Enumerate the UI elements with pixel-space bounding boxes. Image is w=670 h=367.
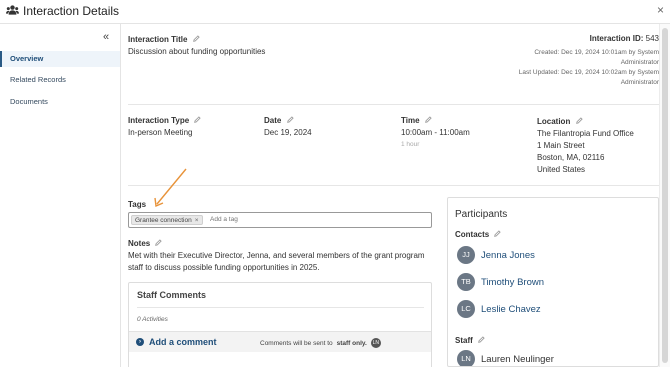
contacts-header: Contacts <box>455 230 502 239</box>
scrollbar-thumb[interactable] <box>662 28 668 363</box>
updated-line: Last Updated: Dec 19, 2024 10:02am by Sy… <box>518 69 659 76</box>
sidebar-item-related-records[interactable]: Related Records <box>0 72 120 88</box>
staff-header: Staff <box>455 336 485 345</box>
interaction-type-value: In-person Meeting <box>128 128 193 138</box>
visibility-prefix: Comments will be sent to <box>260 339 333 347</box>
date-value: Dec 19, 2024 <box>264 128 312 138</box>
created-line: Created: Dec 19, 2024 10:01am by System <box>534 49 659 56</box>
sidebar-item-overview[interactable]: Overview <box>0 51 120 67</box>
participants-card: Participants Contacts JJ Jenna Jones TB … <box>447 197 659 367</box>
tags-input[interactable]: Grantee connection × <box>128 212 432 228</box>
contact-jenna-jones[interactable]: JJ Jenna Jones <box>457 246 535 264</box>
edit-title-pencil-icon[interactable] <box>192 35 200 44</box>
sidebar-item-documents[interactable]: Documents <box>0 94 120 110</box>
interaction-title-value: Discussion about funding opportunities <box>128 47 266 57</box>
contact-name: Jenna Jones <box>481 249 535 261</box>
location-line-1: The Filantropia Fund Office <box>537 129 634 139</box>
interaction-id: Interaction ID: 543 <box>459 34 659 43</box>
contact-leslie-chavez[interactable]: LC Leslie Chavez <box>457 300 541 318</box>
location-section: Location The Filantropia Fund Office 1 M… <box>537 116 634 176</box>
edit-staff-pencil-icon[interactable] <box>478 336 485 345</box>
interaction-type-section: Interaction Type In-person Meeting <box>128 116 202 138</box>
user-badge: LN <box>370 338 381 348</box>
staff-comments-card: Staff Comments 0 Activities › Add a comm… <box>128 282 432 367</box>
date-label: Date <box>264 116 282 125</box>
interaction-meta: Interaction ID: 543 Created: Dec 19, 202… <box>459 34 659 88</box>
add-tag-input[interactable] <box>210 216 330 223</box>
interaction-type-label: Interaction Type <box>128 116 190 125</box>
modal-title: Interaction Details <box>23 4 120 18</box>
contact-name: Leslie Chavez <box>481 303 541 315</box>
created-by: Administrator <box>620 59 659 66</box>
collapse-sidebar-icon[interactable]: « <box>103 31 109 43</box>
tag-chip-label: Grantee connection <box>135 217 192 224</box>
participants-title: Participants <box>455 209 508 220</box>
location-line-4: United States <box>537 165 586 175</box>
staff-comments-title: Staff Comments <box>137 290 207 300</box>
notes-text: Met with their Executive Director, Jenna… <box>128 251 425 272</box>
avatar: JJ <box>457 246 475 264</box>
chevron-right-circle-icon: › <box>136 338 144 346</box>
notes-header: Notes <box>128 239 163 248</box>
add-comment-button[interactable]: › Add a comment <box>136 337 217 347</box>
edit-date-pencil-icon[interactable] <box>286 116 294 125</box>
remove-tag-icon[interactable]: × <box>195 216 199 224</box>
contacts-label: Contacts <box>455 230 490 239</box>
avatar: LC <box>457 300 475 318</box>
date-section: Date Dec 19, 2024 <box>264 116 312 137</box>
interaction-id-value: 543 <box>645 34 659 43</box>
comments-divider <box>137 307 424 308</box>
modal-header: Interaction Details × <box>0 0 670 24</box>
tag-chip: Grantee connection × <box>131 215 203 225</box>
comment-visibility-note: Comments will be sent to staff only. LN <box>260 338 381 348</box>
location-line-3: Boston, MA, 02116 <box>537 153 605 163</box>
location-line-2: 1 Main Street <box>537 141 585 151</box>
time-section: Time 10:00am - 11:00am 1 hour <box>401 116 470 148</box>
contact-name: Timothy Brown <box>481 276 544 288</box>
staff-lauren-neulinger[interactable]: LN Lauren Neulinger <box>457 350 554 366</box>
sidebar: « Overview Related Records Documents <box>0 24 121 367</box>
interaction-title-label: Interaction Title <box>128 35 188 44</box>
avatar: TB <box>457 273 475 291</box>
activities-count: 0 Activities <box>137 316 168 323</box>
edit-contacts-pencil-icon[interactable] <box>494 230 502 239</box>
divider <box>128 104 659 105</box>
people-icon <box>6 5 19 17</box>
modal-title-wrap: Interaction Details <box>6 4 119 18</box>
staff-label: Staff <box>455 336 473 345</box>
divider <box>128 185 659 186</box>
updated-by: Administrator <box>620 79 659 86</box>
edit-time-pencil-icon[interactable] <box>424 116 432 125</box>
add-comment-label: Add a comment <box>149 337 217 347</box>
duration-value: 1 hour <box>401 141 420 149</box>
edit-notes-pencil-icon[interactable] <box>155 239 163 248</box>
tags-label: Tags <box>128 200 147 209</box>
interaction-title-section: Interaction Title Discussion about fundi… <box>128 35 265 56</box>
comment-bar: › Add a comment Comments will be sent to… <box>129 331 431 352</box>
main-content: Interaction Title Discussion about fundi… <box>121 24 670 367</box>
scrollbar[interactable] <box>659 24 670 367</box>
contact-timothy-brown[interactable]: TB Timothy Brown <box>457 273 544 291</box>
close-icon[interactable]: × <box>657 3 664 17</box>
edit-location-pencil-icon[interactable] <box>575 116 583 128</box>
visibility-bold: staff only. <box>336 339 367 347</box>
time-value: 10:00am - 11:00am <box>401 128 470 138</box>
interaction-id-label: Interaction ID: <box>589 34 644 43</box>
time-label: Time <box>401 116 420 125</box>
avatar: LN <box>457 350 475 366</box>
notes-label: Notes <box>128 239 151 248</box>
staff-name: Lauren Neulinger <box>481 353 554 365</box>
edit-type-pencil-icon[interactable] <box>194 116 202 125</box>
location-label: Location <box>537 117 571 127</box>
